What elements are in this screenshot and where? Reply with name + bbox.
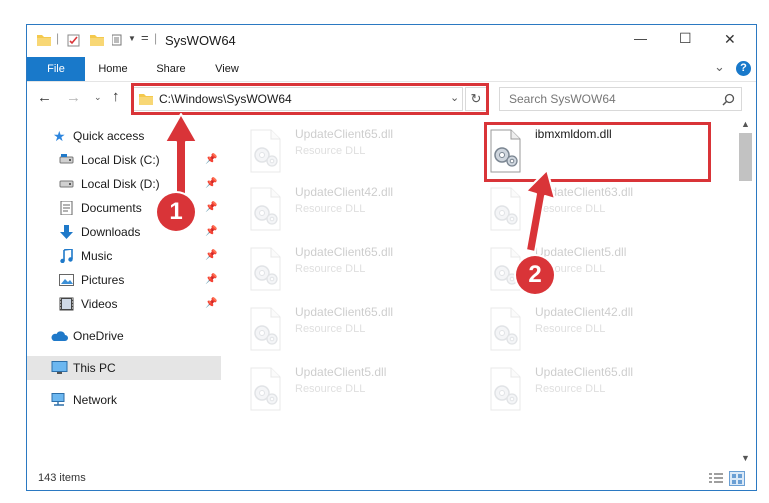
step-1-badge: 1 bbox=[157, 193, 195, 231]
arrow-2 bbox=[525, 169, 556, 253]
annotation-arrows bbox=[164, 113, 556, 253]
step-2-badge: 2 bbox=[516, 256, 554, 294]
arrow-1 bbox=[164, 113, 198, 197]
